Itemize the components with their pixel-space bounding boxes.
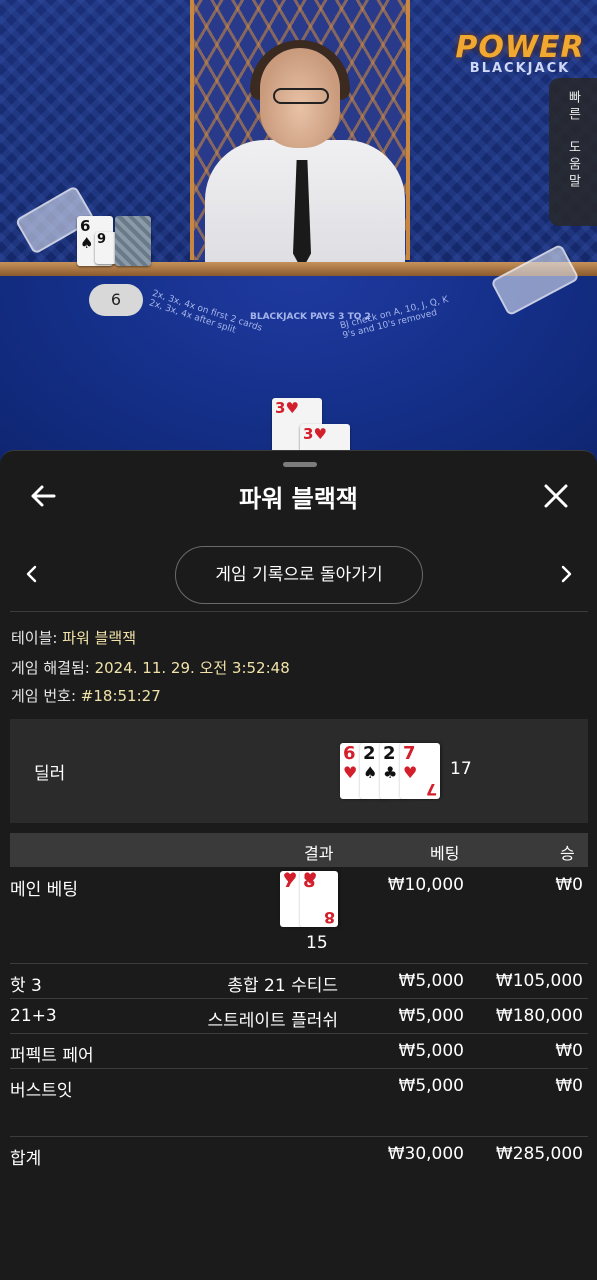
dealer-score-bubble: 6	[89, 284, 143, 316]
game-history-sheet: 파워 블랙잭 게임 기록으로 돌아가기 테이블: 파워 블랙잭 게임 해결됨: …	[0, 450, 597, 1280]
header-result: 결과	[304, 844, 334, 863]
info-game-number-value: #18:51:27	[80, 687, 161, 705]
dealer-total: 17	[450, 759, 472, 779]
row-divider	[10, 1136, 588, 1137]
row-name: 메인 베팅	[10, 880, 78, 900]
live-video: POWER BLACKJACK 6 ♠ 9 6 2x, 3x, 4x on fir…	[0, 0, 597, 470]
row-name: 퍼펙트 페어	[10, 1046, 94, 1066]
table-row-21plus3: 21+3 스트레이트 플러쉬 ₩5,000 ₩180,000	[10, 1006, 588, 1032]
row-divider	[10, 1033, 588, 1034]
row-win: ₩0	[555, 1076, 583, 1096]
row-win: ₩180,000	[495, 1006, 583, 1026]
close-icon[interactable]	[541, 481, 571, 511]
info-table-value: 파워 블랙잭	[62, 629, 137, 647]
row-divider	[10, 998, 588, 999]
row-bet: ₩5,000	[398, 1006, 464, 1026]
row-divider	[10, 1068, 588, 1069]
video-dealer-card-2: 9	[95, 232, 117, 264]
total-win: ₩285,000	[495, 1144, 583, 1164]
table-row-hot3: 핫 3 총합 21 수티드 ₩5,000 ₩105,000	[10, 971, 588, 997]
sheet-drag-handle[interactable]	[283, 462, 317, 467]
player-card-2: 8 ♥ 8	[300, 871, 338, 927]
sheet-header: 파워 블랙잭	[0, 469, 597, 527]
chevron-right-icon[interactable]	[554, 562, 578, 586]
page-title: 파워 블랙잭	[239, 485, 358, 513]
row-bet: ₩10,000	[387, 875, 464, 895]
row-win: ₩0	[555, 875, 583, 895]
player-hand-total: 15	[306, 933, 328, 953]
row-result: 총합 21 수티드	[227, 976, 338, 996]
row-bet: ₩5,000	[398, 1041, 464, 1061]
quick-help-label-bottom: 도움말	[565, 140, 581, 191]
total-label: 합계	[10, 1149, 42, 1169]
info-table: 테이블: 파워 블랙잭	[11, 629, 137, 647]
dealer-hand-panel: 딜러 6 ♥ 2 ♠ 2 ♣ 7 ♥ 7 17	[10, 719, 588, 823]
row-name: 21+3	[10, 1006, 57, 1026]
info-game-number: 게임 번호: #18:51:27	[11, 687, 161, 705]
quick-help-label-top: 빠른	[565, 90, 581, 124]
history-nav: 게임 기록으로 돌아가기	[0, 546, 597, 604]
row-divider	[10, 963, 588, 964]
video-hole-card	[115, 216, 151, 266]
row-bet: ₩5,000	[398, 1076, 464, 1096]
header-win: 승	[560, 844, 575, 863]
info-resolved-value: 2024. 11. 29. 오전 3:52:48	[94, 659, 290, 677]
row-win: ₩0	[555, 1041, 583, 1061]
back-to-history-button[interactable]: 게임 기록으로 돌아가기	[175, 546, 423, 604]
logo-line1: POWER	[455, 30, 585, 65]
row-bet: ₩5,000	[398, 971, 464, 991]
total-bet: ₩30,000	[387, 1144, 464, 1164]
table-row-main-bet: 메인 베팅 7 ♥ 8 ♥ 8 15 ₩10,000 ₩0	[10, 871, 588, 963]
header-bet: 베팅	[430, 844, 460, 863]
table-row-perfect-pair: 퍼펙트 페어 ₩5,000 ₩0	[10, 1041, 588, 1067]
row-result: 스트레이트 플러쉬	[207, 1011, 338, 1031]
dealer-label: 딜러	[34, 764, 66, 784]
divider	[10, 611, 588, 612]
chevron-left-icon[interactable]	[20, 562, 44, 586]
row-name: 버스트잇	[10, 1081, 73, 1101]
table-row-bust-it: 버스트잇 ₩5,000 ₩0	[10, 1076, 588, 1102]
row-name: 핫 3	[10, 976, 42, 996]
dealer-card-4: 7 ♥ 7	[400, 743, 440, 799]
row-win: ₩105,000	[495, 971, 583, 991]
table-row-total: 합계 ₩30,000 ₩285,000	[10, 1144, 588, 1170]
table-header: 결과 베팅 승	[10, 833, 588, 867]
info-resolved: 게임 해결됨: 2024. 11. 29. 오전 3:52:48	[11, 659, 290, 677]
quick-help-tab[interactable]: 빠른 도움말	[549, 78, 597, 226]
